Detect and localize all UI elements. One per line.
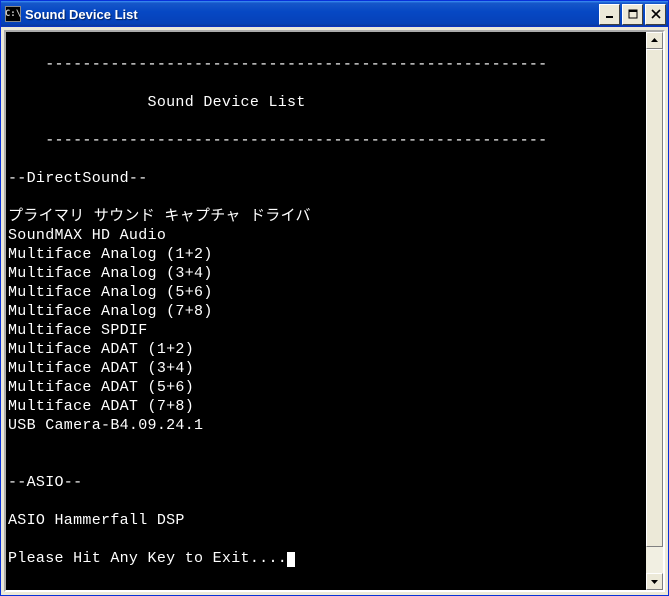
- titlebar[interactable]: C:\ Sound Device List: [1, 1, 668, 27]
- client-area: ----------------------------------------…: [1, 27, 668, 595]
- window-frame: C:\ Sound Device List ------------------…: [0, 0, 669, 596]
- console-frame: ----------------------------------------…: [4, 30, 665, 592]
- app-icon: C:\: [5, 6, 21, 22]
- close-button[interactable]: [645, 4, 666, 25]
- scroll-down-button[interactable]: [646, 573, 663, 590]
- vertical-scrollbar[interactable]: [646, 32, 663, 590]
- window-controls: [599, 4, 666, 25]
- scroll-up-button[interactable]: [646, 32, 663, 49]
- window-title: Sound Device List: [25, 7, 599, 22]
- scrollbar-thumb[interactable]: [646, 49, 663, 547]
- cursor: [287, 552, 295, 567]
- console-output: ----------------------------------------…: [6, 32, 646, 590]
- scrollbar-track[interactable]: [646, 49, 663, 573]
- maximize-button[interactable]: [622, 4, 643, 25]
- minimize-button[interactable]: [599, 4, 620, 25]
